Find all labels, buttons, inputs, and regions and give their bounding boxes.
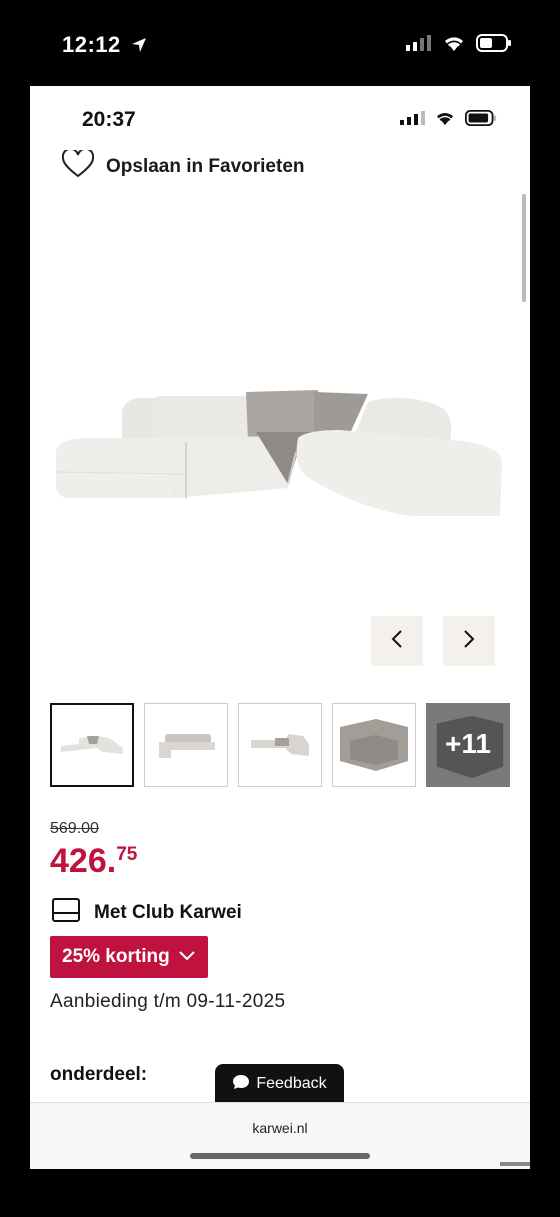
feedback-label: Feedback [256, 1075, 327, 1092]
wifi-icon [434, 110, 456, 131]
offer-period: Aanbieding t/m 09-11-2025 [50, 991, 286, 1012]
price-main: 426. [50, 842, 117, 880]
thumbnail-1[interactable] [50, 703, 134, 787]
product-image [50, 376, 510, 526]
price-cents: 75 [116, 844, 138, 865]
wifi-icon [442, 34, 466, 57]
chevron-right-icon [462, 629, 476, 654]
url-bar[interactable]: karwei.nl [30, 1120, 530, 1136]
scrollbar[interactable] [522, 194, 526, 302]
card-icon [52, 898, 80, 927]
thumbnail-2[interactable] [144, 703, 228, 787]
old-price: 569.00 [50, 820, 99, 837]
club-label: Met Club Karwei [94, 901, 242, 923]
chevron-left-icon [390, 629, 404, 654]
feedback-button[interactable]: Feedback [215, 1064, 344, 1104]
thumbnail-4[interactable] [332, 703, 416, 787]
home-indicator[interactable] [190, 1153, 370, 1159]
outer-status-icons [406, 34, 512, 57]
discount-label: 25% korting [62, 946, 170, 967]
battery-icon [464, 110, 498, 131]
component-label: onderdeel: [50, 1064, 148, 1085]
signal-icon [406, 35, 432, 56]
corner-mark [500, 1162, 530, 1166]
outer-status-bar: 12:12 [0, 0, 560, 86]
outer-time-text: 12:12 [62, 32, 121, 57]
battery-icon [476, 34, 512, 57]
app-screen: 20:37 Opslaan in Favorieten +11 569.00 4… [30, 86, 530, 1169]
current-price: 426.75 [50, 842, 137, 881]
favorites-label: Opslaan in Favorieten [106, 155, 305, 177]
thumbnail-more[interactable]: +11 [426, 703, 510, 787]
more-images-label: +11 [445, 728, 491, 759]
discount-button[interactable]: 25% korting [50, 936, 208, 978]
save-to-favorites[interactable]: Opslaan in Favorieten [61, 147, 305, 183]
outer-clock: 12:12 [62, 32, 147, 59]
browser-bottom-bar: karwei.nl [30, 1102, 530, 1169]
club-karwei: Met Club Karwei [52, 898, 242, 927]
heart-icon [61, 147, 95, 183]
gallery-next-button[interactable] [443, 616, 495, 666]
inner-clock: 20:37 [82, 108, 136, 131]
chat-bubble-icon [232, 1074, 250, 1095]
location-arrow-icon [131, 33, 147, 59]
inner-status-icons [400, 110, 498, 131]
thumbnail-strip: +11 [50, 703, 510, 787]
signal-icon [400, 111, 426, 130]
thumbnail-3[interactable] [238, 703, 322, 787]
inner-status-bar: 20:37 [30, 86, 530, 146]
chevron-down-icon [178, 946, 196, 968]
gallery-prev-button[interactable] [371, 616, 423, 666]
